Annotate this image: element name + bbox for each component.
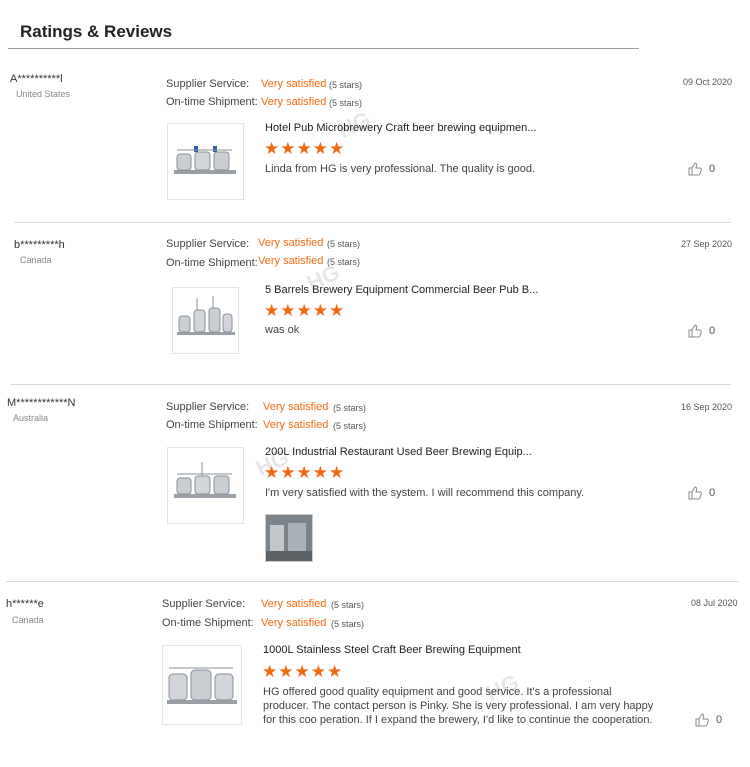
review-text: Linda from HG is very professional. The … xyxy=(265,163,536,175)
reviewer-name: M************N xyxy=(7,397,76,409)
shipment-label: On-time Shipment: xyxy=(166,96,258,108)
like-count: 0 xyxy=(709,325,716,337)
like-button[interactable]: 0 xyxy=(688,162,715,176)
thumbs-up-icon xyxy=(695,713,709,727)
rating-stars: ★★★★★ xyxy=(264,301,346,320)
thumbs-up-icon xyxy=(688,324,702,338)
title-divider xyxy=(8,48,639,49)
product-link[interactable]: 200L Industrial Restaurant Used Beer Bre… xyxy=(265,446,532,458)
reviewer-country: Canada xyxy=(20,255,52,265)
review-separator xyxy=(6,581,739,582)
shipment-rating: Very satisfied xyxy=(261,617,327,629)
thumbs-up-icon xyxy=(688,486,702,500)
shipment-rating: Very satisfied xyxy=(261,96,327,108)
like-count: 0 xyxy=(709,487,716,499)
product-link[interactable]: Hotel Pub Microbrewery Craft beer brewin… xyxy=(265,122,536,134)
shipment-stars: (5 stars) xyxy=(329,98,363,108)
like-button[interactable]: 0 xyxy=(695,713,722,727)
review-date: 16 Sep 2020 xyxy=(681,402,733,412)
page-title: Ratings & Reviews xyxy=(20,22,173,41)
review-date: 09 Oct 2020 xyxy=(683,77,733,87)
supplier-service-rating: Very satisfied xyxy=(261,598,327,610)
product-thumbnail[interactable] xyxy=(167,447,244,524)
supplier-service-rating: Very satisfied xyxy=(258,237,324,249)
like-button[interactable]: 0 xyxy=(688,324,715,338)
rating-stars: ★★★★★ xyxy=(264,463,346,482)
shipment-label: On-time Shipment: xyxy=(166,257,258,269)
reviewer-country: Australia xyxy=(13,413,49,423)
supplier-service-stars: (5 stars) xyxy=(327,239,361,249)
supplier-service-label: Supplier Service: xyxy=(166,78,250,90)
review-text: was ok xyxy=(265,324,300,336)
shipment-label: On-time Shipment: xyxy=(162,617,254,629)
like-count: 0 xyxy=(716,714,723,726)
rating-stars: ★★★★★ xyxy=(264,139,346,158)
review-text: HG offered good quality equipment and go… xyxy=(263,686,654,726)
supplier-service-label: Supplier Service: xyxy=(166,401,250,413)
review-date: 27 Sep 2020 xyxy=(681,239,733,249)
like-button[interactable]: 0 xyxy=(688,486,715,500)
product-thumbnail[interactable] xyxy=(172,287,239,354)
shipment-stars: (5 stars) xyxy=(333,421,367,431)
review-date: 08 Jul 2020 xyxy=(691,598,738,608)
product-thumbnail[interactable] xyxy=(167,123,244,200)
thumbs-up-icon xyxy=(688,162,702,176)
reviewer-country: Canada xyxy=(12,615,44,625)
shipment-rating: Very satisfied xyxy=(258,255,324,267)
supplier-service-stars: (5 stars) xyxy=(333,403,367,413)
product-link[interactable]: 1000L Stainless Steel Craft Beer Brewing… xyxy=(263,644,521,656)
supplier-service-rating: Very satisfied xyxy=(263,401,329,413)
shipment-rating: Very satisfied xyxy=(263,419,329,431)
rating-stars: ★★★★★ xyxy=(262,662,344,681)
reviewer-name: A**********l xyxy=(10,73,63,85)
product-thumbnail[interactable] xyxy=(162,645,242,725)
reviewer-name: h******e xyxy=(6,598,44,610)
review-text: I'm very satisfied with the system. I wi… xyxy=(265,487,585,499)
like-count: 0 xyxy=(709,163,716,175)
supplier-service-label: Supplier Service: xyxy=(162,598,246,610)
supplier-service-label: Supplier Service: xyxy=(166,238,250,250)
supplier-service-stars: (5 stars) xyxy=(331,600,365,610)
shipment-label: On-time Shipment: xyxy=(166,419,258,431)
reviewer-name: b*********h xyxy=(14,239,65,251)
review-photo[interactable] xyxy=(265,514,313,562)
review-separator xyxy=(10,384,731,385)
review-separator xyxy=(14,222,731,223)
supplier-service-rating: Very satisfied xyxy=(261,78,327,90)
shipment-stars: (5 stars) xyxy=(331,619,365,629)
supplier-service-stars: (5 stars) xyxy=(329,80,363,90)
reviewer-country: United States xyxy=(16,89,71,99)
product-link[interactable]: 5 Barrels Brewery Equipment Commercial B… xyxy=(265,284,538,296)
